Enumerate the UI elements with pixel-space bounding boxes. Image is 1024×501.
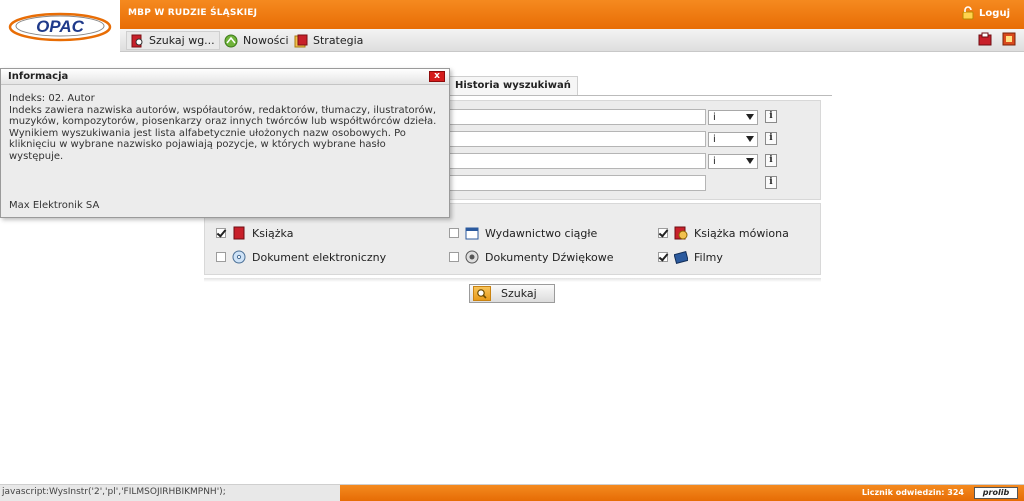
type-label-electronic: Dokument elektroniczny [252,250,387,264]
type-item-sound: Dokumenty Dźwiękowe [449,250,614,264]
nav-item-news[interactable]: Nowości [220,31,293,50]
type-item-audiobook: Książka mówiona [658,226,789,240]
chevron-down-icon [746,114,754,120]
speaker-icon [465,250,479,264]
type-label-films: Filmy [694,250,723,264]
padlock-icon [962,6,974,20]
news-icon [224,34,238,47]
footer-bar: Licznik odwiedzin: 324 prolib [340,485,1024,501]
type-label-sound: Dokumenty Dźwiękowe [485,250,614,264]
index-select-2[interactable]: i [708,132,758,147]
popup-text: Indeks zawiera nazwiska autorów, współau… [9,104,437,162]
popup-heading: Indeks: 02. Autor [9,93,95,104]
site-title: MBP W RUDZIE ŚLĄSKIEJ [128,8,258,18]
nav-label-search: Szukaj wg... [149,34,215,47]
info-button-1[interactable]: i [765,110,777,123]
checkbox-serial[interactable] [449,228,459,238]
logo-area[interactable]: OPAC [0,0,120,52]
nav-bar: Szukaj wg... Nowości Strategia [120,29,1024,52]
index-select-3[interactable]: i [708,154,758,169]
info-popup: Informacja x Indeks: 02. Autor Indeks za… [0,68,450,218]
login-label: Loguj [979,7,1010,19]
calendar-icon [465,227,479,240]
nav-right-tools [978,32,1016,46]
top-bar: MBP W RUDZIE ŚLĄSKIEJ Loguj [120,0,1024,29]
index-select-1-value: i [713,112,716,123]
checkbox-electronic[interactable] [216,252,226,262]
visit-counter: Licznik odwiedzin: 324 [861,488,964,497]
nav-label-strategy: Strategia [313,34,364,47]
popup-footer: Max Elektronik SA [9,200,100,211]
search-input-2[interactable] [448,131,706,147]
strategy-icon [294,34,308,47]
type-item-serial: Wydawnictwo ciągłe [449,226,597,240]
info-button-3[interactable]: i [765,154,777,167]
book-search-icon [131,34,143,47]
bookshelf-icon[interactable] [978,32,992,46]
chevron-down-icon [746,158,754,164]
type-label-audiobook: Książka mówiona [694,226,789,240]
checkbox-book[interactable] [216,228,226,238]
nav-label-news: Nowości [243,34,289,47]
index-select-3-value: i [713,156,716,167]
index-select-1[interactable]: i [708,110,758,125]
magnifier-icon [473,286,491,301]
help-book-icon[interactable] [1002,32,1016,46]
search-input-3[interactable] [448,153,706,169]
checkbox-films[interactable] [658,252,668,262]
info-button-2[interactable]: i [765,132,777,145]
opac-logo[interactable]: OPAC [8,10,112,42]
film-icon [674,250,688,264]
header: OPAC MBP W RUDZIE ŚLĄSKIEJ Loguj Szukaj … [0,0,1024,52]
search-input-4[interactable] [448,175,706,191]
close-icon[interactable]: x [429,71,445,82]
checkbox-sound[interactable] [449,252,459,262]
search-input-1[interactable] [448,109,706,125]
logo-text: OPAC [36,17,85,36]
login-button[interactable]: Loguj [962,6,1010,20]
book-icon [233,226,245,240]
search-button[interactable]: Szukaj [469,284,555,303]
info-button-4[interactable]: i [765,176,777,189]
type-label-serial: Wydawnictwo ciągłe [485,226,598,240]
popup-body: Indeks: 02. Autor Indeks zawiera nazwisk… [9,93,443,162]
status-url: javascript:WysInstr('2','pl','FILMSOJIRH… [2,487,226,497]
tab-search-history[interactable]: Historia wyszukiwań [448,76,578,95]
chevron-down-icon [746,136,754,142]
prolib-logo[interactable]: prolib [974,487,1018,499]
audiobook-icon [674,226,688,240]
type-label-book: Książka [252,226,294,240]
type-item-electronic: Dokument elektroniczny [216,250,386,264]
nav-item-search[interactable]: Szukaj wg... [126,31,220,50]
type-item-book: Książka [216,226,293,240]
popup-title: Informacja [8,71,69,82]
nav-item-strategy[interactable]: Strategia [290,31,367,50]
checkbox-audiobook[interactable] [658,228,668,238]
popup-header: Informacja x [1,69,449,85]
index-select-2-value: i [713,134,716,145]
opac-app: OPAC MBP W RUDZIE ŚLĄSKIEJ Loguj Szukaj … [0,0,1024,501]
panel-shadow [204,278,821,282]
cd-icon [232,250,246,264]
type-item-films: Filmy [658,250,723,264]
search-button-label: Szukaj [501,287,537,300]
